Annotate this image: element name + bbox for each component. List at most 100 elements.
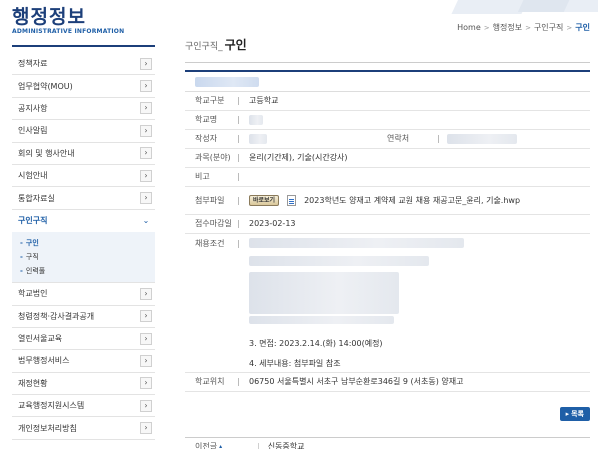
sidebar: 정책자료 › 업무협약(MOU) › 공지사항 › 인사알림 › 회의 및 행사… xyxy=(12,45,155,440)
detail-row-note: 비고 xyxy=(185,168,590,187)
sidebar-item-label: 열린서울교육 xyxy=(18,334,63,344)
submenu-bullet: - xyxy=(20,253,23,262)
redacted-condition-line xyxy=(249,316,394,324)
school-name-label: 학교명 xyxy=(185,111,239,130)
sidebar-item-label: 구인구직 xyxy=(18,216,48,226)
sidebar-item-label: 교육행정지원시스템 xyxy=(18,401,85,411)
submenu-item[interactable]: - 구직 xyxy=(20,250,155,264)
chevron-right-icon: › xyxy=(140,310,152,323)
attachment-label: 첨부파일 xyxy=(185,187,239,215)
chevron-right-icon: › xyxy=(140,80,152,93)
sidebar-item-label: 시험안내 xyxy=(18,171,48,181)
detail-row-author: 작성자 연락처 xyxy=(185,130,590,149)
sidebar-item[interactable]: 학교법인 › xyxy=(12,283,155,306)
submenu-item[interactable]: - 인력풀 xyxy=(20,264,155,278)
prev-post-link[interactable]: 신동중학교 xyxy=(268,441,305,449)
sidebar-item[interactable]: 공지사항 › xyxy=(12,98,155,121)
redacted-school-name xyxy=(249,114,263,125)
sidebar-item[interactable]: 통합자료실 › xyxy=(12,187,155,210)
submenu-item-active[interactable]: - 구인 xyxy=(20,236,155,250)
sidebar-item-label: 인사알림 xyxy=(18,126,48,136)
submenu-item-label: 인력풀 xyxy=(25,267,46,276)
sidebar-item-label: 정책자료 xyxy=(18,59,48,69)
submenu-item-label: 구인 xyxy=(25,239,39,248)
sidebar-item-active[interactable]: 구인구직 ⌄ xyxy=(12,210,155,232)
detail-row-school-name: 학교명 xyxy=(185,111,590,130)
note-label: 비고 xyxy=(185,168,239,187)
main-content: 구인구직_ 구인 학교구분 고등학교 학교명 작성자 연락처 과목(분야) 윤리… xyxy=(185,30,590,421)
page-title-category: 구인구직_ xyxy=(185,42,223,52)
submenu-item-label: 구직 xyxy=(25,253,39,262)
submenu-bullet: - xyxy=(20,267,23,276)
list-button-wrap: ▸ 목록 xyxy=(185,407,590,421)
sidebar-item[interactable]: 시험안내 › xyxy=(12,165,155,188)
detail-row-school-type: 학교구분 고등학교 xyxy=(185,92,590,111)
preview-button[interactable]: 바로보기 xyxy=(249,195,280,206)
redacted-author xyxy=(249,134,267,144)
sidebar-item-label: 회의 및 행사안내 xyxy=(18,148,75,158)
chevron-right-icon: › xyxy=(140,147,152,160)
chevron-right-icon: › xyxy=(140,287,152,300)
sidebar-item[interactable]: 교육행정지원시스템 › xyxy=(12,395,155,418)
location-label: 학교위치 xyxy=(185,373,239,392)
detail-row-attachment: 첨부파일 바로보기 2023학년도 양재고 계약제 교원 채용 재공고문_윤리,… xyxy=(185,187,590,215)
prev-post-row: 이전글 ▴ | 신동중학교 xyxy=(185,437,590,449)
post-detail-table: 학교구분 고등학교 학교명 작성자 연락처 과목(분야) 윤리(기간제), 기술… xyxy=(185,92,590,392)
chevron-right-icon: › xyxy=(140,399,152,412)
chevron-right-icon: › xyxy=(140,124,152,137)
sidebar-item-label: 재정현황 xyxy=(18,378,48,388)
sidebar-item-label: 통합자료실 xyxy=(18,193,55,203)
detail-row-deadline: 접수마감일 2023-02-13 xyxy=(185,215,590,234)
school-name-value xyxy=(239,111,590,130)
location-value: 06750 서울특별시 서초구 남부순환로346길 9 (서초동) 양재고 xyxy=(249,377,464,386)
list-button[interactable]: ▸ 목록 xyxy=(559,407,590,421)
chevron-right-icon: › xyxy=(140,354,152,367)
deadline-label: 접수마감일 xyxy=(185,215,239,234)
sidebar-item[interactable]: 법무행정서비스 › xyxy=(12,350,155,373)
header-decoration xyxy=(408,0,598,18)
section-subtitle: ADMINISTRATIVE INFORMATION xyxy=(12,28,125,35)
sidebar-item[interactable]: 열린서울교육 › xyxy=(12,328,155,351)
title-divider xyxy=(185,62,590,63)
chevron-right-icon: › xyxy=(140,169,152,182)
chevron-right-icon: › xyxy=(140,422,152,435)
attachment-file-link[interactable]: 2023학년도 양재고 계약제 교원 채용 재공고문_윤리, 기술.hwp xyxy=(304,187,520,214)
sidebar-item[interactable]: 회의 및 행사안내 › xyxy=(12,143,155,165)
page-title-current: 구인 xyxy=(224,38,247,52)
submenu-bullet: - xyxy=(20,239,23,248)
sidebar-item[interactable]: 정책자료 › xyxy=(12,53,155,76)
author-label: 작성자 xyxy=(185,130,239,149)
sidebar-item-label: 법무행정서비스 xyxy=(18,356,70,366)
prev-post-label-wrap: 이전글 ▴ xyxy=(195,441,257,449)
sidebar-item[interactable]: 청렴정책·감사결과공개 › xyxy=(12,306,155,328)
subject-value: 윤리(기간제), 기술(시간강사) xyxy=(249,153,348,162)
detail-row-location: 학교위치 06750 서울특별시 서초구 남부순환로346길 9 (서초동) 양… xyxy=(185,373,590,392)
detail-row-subject: 과목(분야) 윤리(기간제), 기술(시간강사) xyxy=(185,149,590,168)
chevron-right-icon: › xyxy=(140,102,152,115)
contact-label: 연락처 xyxy=(387,130,439,148)
section-title: 행정정보 xyxy=(12,6,86,28)
list-button-label: 목록 xyxy=(571,410,584,418)
list-arrow-icon: ▸ xyxy=(565,410,570,418)
sidebar-item-label: 학교법인 xyxy=(18,289,48,299)
school-type-label: 학교구분 xyxy=(185,92,239,111)
conditions-label: 채용조건 xyxy=(185,234,239,373)
detail-row-conditions: 채용조건 3. 면접: 2023.2.14.(화) 14:00(예정) 4. 세… xyxy=(185,234,590,373)
attachment-cell: 바로보기 2023학년도 양재고 계약제 교원 채용 재공고문_윤리, 기술.h… xyxy=(239,187,590,215)
sidebar-item[interactable]: 재정현황 › xyxy=(12,373,155,396)
school-type-value: 고등학교 xyxy=(249,96,279,105)
condition-details: 4. 세부내용: 첨부파일 참조 xyxy=(249,359,341,368)
condition-interview: 3. 면접: 2023.2.14.(화) 14:00(예정) xyxy=(249,339,383,348)
sidebar-item[interactable]: 개인정보처리방침 › xyxy=(12,417,155,440)
chevron-right-icon: › xyxy=(140,192,152,205)
sidebar-item[interactable]: 업무협약(MOU) › xyxy=(12,75,155,98)
chevron-down-icon: ⌄ xyxy=(142,215,150,225)
prev-post-label: 이전글 xyxy=(195,442,218,449)
sidebar-item[interactable]: 인사알림 › xyxy=(12,120,155,143)
prev-post-separator: | xyxy=(257,442,260,449)
redacted-condition-line xyxy=(249,238,464,248)
page-title: 구인구직_ 구인 xyxy=(185,30,590,58)
redacted-subject xyxy=(195,76,259,87)
sidebar-item-label: 업무협약(MOU) xyxy=(18,81,73,91)
post-subject xyxy=(185,70,590,92)
